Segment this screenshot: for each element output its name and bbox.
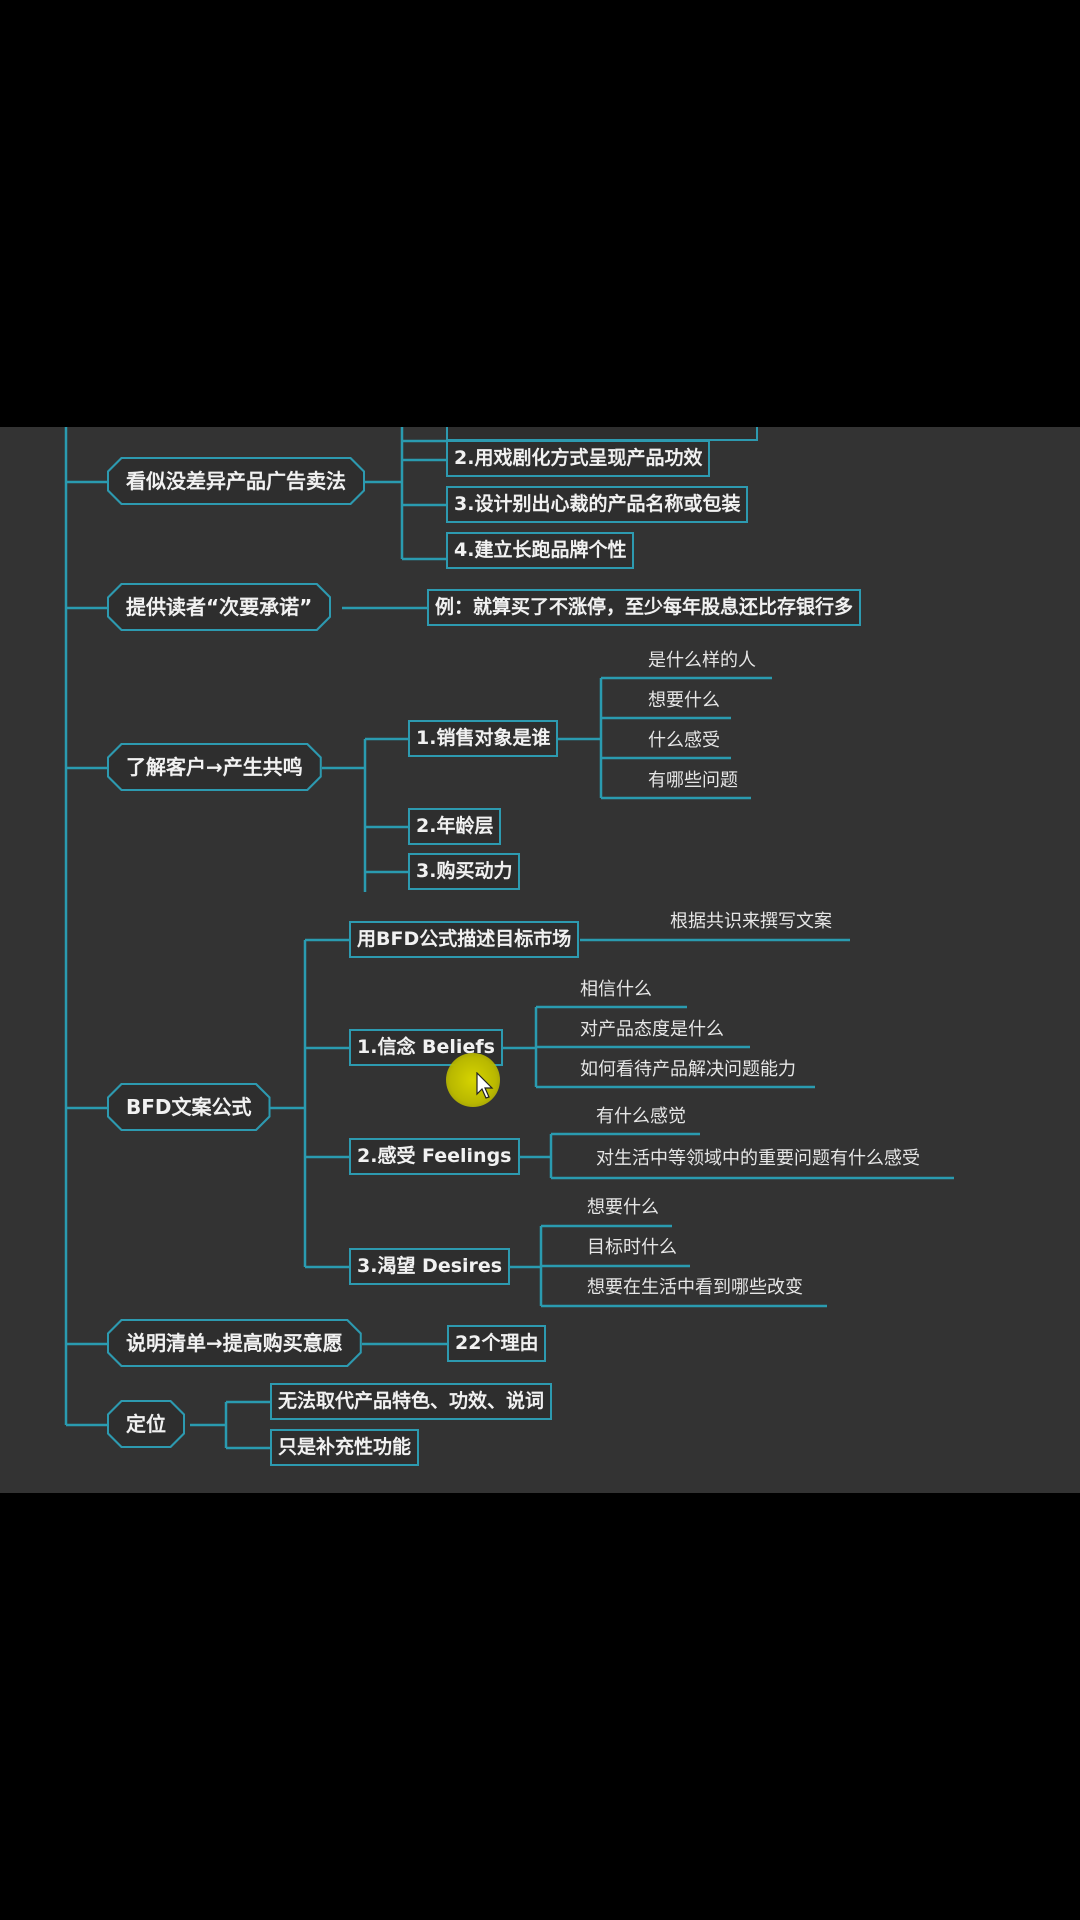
subtopic-node[interactable]: 3.购买动力: [408, 853, 521, 890]
mouse-cursor-icon: [476, 1072, 494, 1099]
leaf-item[interactable]: 想要什么: [648, 692, 720, 710]
topic-node-positioning[interactable]: 定位: [107, 1400, 185, 1448]
subtopic-node[interactable]: 例：就算买了不涨停，至少每年股息还比存银行多: [427, 589, 862, 626]
leaf-item[interactable]: 对生活中等领域中的重要问题有什么感受: [596, 1150, 920, 1168]
leaf-item[interactable]: 有哪些问题: [648, 772, 738, 790]
mindmap-canvas: 看似没差异产品广告卖法 2.用戏剧化方式呈现产品功效 3.设计别出心裁的产品名称…: [0, 427, 1080, 1493]
leaf-item[interactable]: 相信什么: [580, 981, 652, 999]
subtopic-node[interactable]: 用BFD公式描述目标市场: [349, 921, 580, 958]
subtopic-node[interactable]: 1.销售对象是谁: [408, 720, 559, 757]
topic-node-secondary-promise[interactable]: 提供读者“次要承诺”: [107, 583, 331, 631]
leaf-item[interactable]: 想要什么: [587, 1199, 659, 1217]
subtopic-node[interactable]: 2.用戏剧化方式呈现产品功效: [446, 440, 711, 477]
subtopic-node[interactable]: 3.设计别出心裁的产品名称或包装: [446, 486, 749, 523]
subtopic-node[interactable]: 4.建立长跑品牌个性: [446, 532, 635, 569]
leaf-item[interactable]: 目标时什么: [587, 1239, 677, 1257]
subtopic-node[interactable]: 22个理由: [447, 1325, 547, 1362]
subtopic-node[interactable]: 无法取代产品特色、功效、说词: [270, 1383, 553, 1420]
topic-node-checklist[interactable]: 说明清单→提高购买意愿: [107, 1319, 362, 1367]
subtopic-node[interactable]: 2.感受 Feelings: [349, 1138, 520, 1175]
leaf-item[interactable]: 什么感受: [648, 732, 720, 750]
leaf-item[interactable]: 是什么样的人: [648, 652, 756, 670]
topic-node-bfd-formula[interactable]: BFD文案公式: [107, 1083, 271, 1131]
topic-node-no-difference-products[interactable]: 看似没差异产品广告卖法: [107, 457, 365, 505]
leaf-item[interactable]: 对产品态度是什么: [580, 1021, 724, 1039]
leaf-item[interactable]: 有什么感觉: [596, 1108, 686, 1126]
leaf-item[interactable]: 如何看待产品解决问题能力: [580, 1061, 796, 1079]
leaf-item[interactable]: 根据共识来撰写文案: [670, 913, 832, 931]
leaf-item[interactable]: 想要在生活中看到哪些改变: [587, 1279, 803, 1297]
subtopic-node[interactable]: 只是补充性功能: [270, 1429, 420, 1466]
subtopic-node[interactable]: 2.年龄层: [408, 808, 502, 845]
subtopic-node[interactable]: 3.渴望 Desires: [349, 1248, 511, 1285]
topic-node-understand-customer[interactable]: 了解客户→产生共鸣: [107, 743, 322, 791]
partial-node[interactable]: [446, 427, 758, 441]
